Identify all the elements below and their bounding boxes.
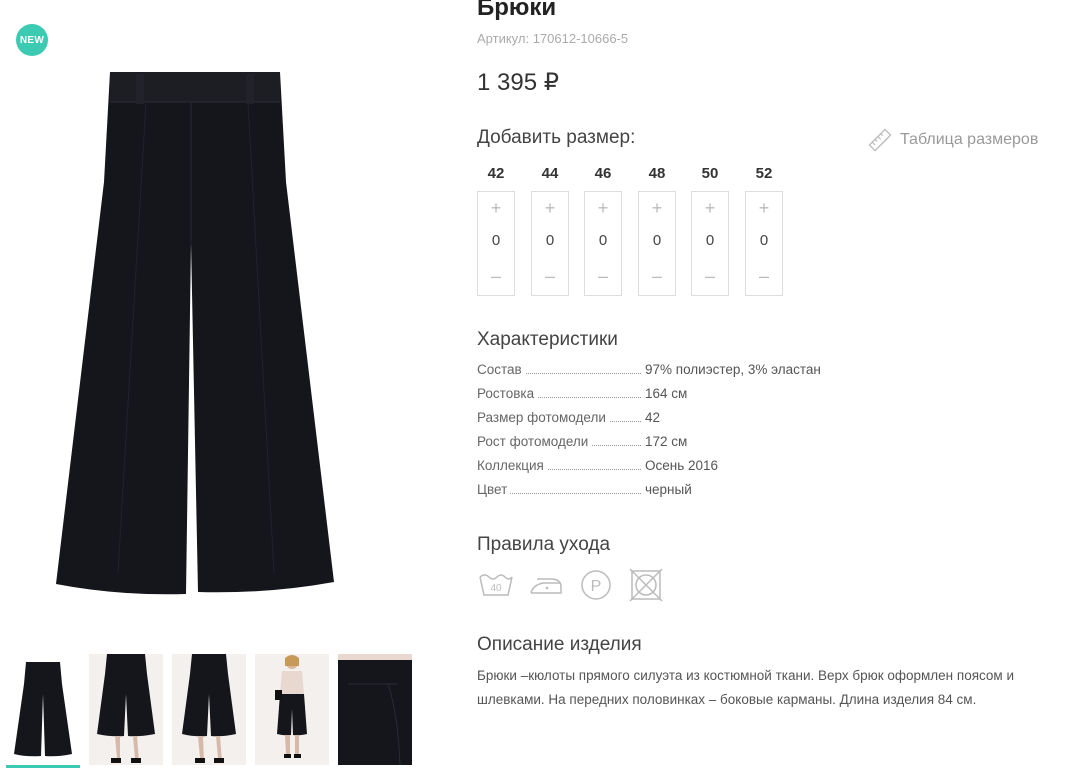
increment-button[interactable]: +: [532, 198, 568, 219]
characteristic-value: 164 см: [645, 386, 688, 401]
characteristic-key: Ростовка: [477, 386, 538, 401]
characteristic-row: Коллекция Осень 2016: [477, 458, 837, 478]
product-title: Брюки: [477, 0, 557, 21]
size-quantity-box: + 0 –: [745, 191, 783, 296]
description-text: Брюки –кюлоты прямого силуэта из костюмн…: [477, 668, 1015, 707]
increment-button[interactable]: +: [746, 198, 782, 219]
dry-clean-letter: P: [591, 578, 602, 595]
thumbnail-active-indicator: [6, 765, 80, 768]
characteristic-key: Коллекция: [477, 458, 547, 473]
quantity-value[interactable]: 0: [692, 232, 728, 249]
size-picker-48: 48 + 0 –: [638, 164, 676, 296]
size-label: 46: [594, 165, 612, 182]
thumbnail-1[interactable]: [6, 654, 80, 765]
no-tumble-dry-icon: [629, 568, 663, 602]
decrement-button[interactable]: –: [692, 266, 728, 287]
dry-clean-p-icon: P: [581, 570, 611, 600]
size-quantity-box: + 0 –: [531, 191, 569, 296]
decrement-button[interactable]: –: [532, 266, 568, 287]
size-table-link[interactable]: Таблица размеров: [868, 128, 1038, 152]
characteristic-value: 172 см: [645, 434, 688, 449]
size-quantity-box: + 0 –: [477, 191, 515, 296]
ruler-icon: [868, 128, 892, 152]
size-label: 42: [487, 165, 505, 182]
characteristic-key: Размер фотомодели: [477, 410, 609, 425]
characteristic-key: Рост фотомодели: [477, 434, 592, 449]
characteristic-value: Осень 2016: [645, 458, 719, 473]
product-price: 1 395 ₽: [477, 69, 559, 96]
description-title: Описание изделия: [477, 634, 642, 655]
size-table-label: Таблица размеров: [900, 131, 1039, 148]
thumbnail-strip: [6, 654, 416, 769]
characteristic-row: Ростовка 164 см: [477, 386, 837, 406]
product-main-image[interactable]: [48, 62, 348, 607]
thumbnail-5[interactable]: [338, 654, 412, 765]
quantity-value[interactable]: 0: [532, 232, 568, 249]
size-quantity-box: + 0 –: [638, 191, 676, 296]
increment-button[interactable]: +: [478, 198, 514, 219]
decrement-button[interactable]: –: [746, 266, 782, 287]
increment-button[interactable]: +: [585, 198, 621, 219]
size-quantity-box: + 0 –: [584, 191, 622, 296]
iron-icon: [530, 578, 562, 594]
wash-40-icon: 40: [479, 574, 513, 596]
new-badge: NEW: [16, 24, 48, 56]
characteristic-row: Рост фотомодели 172 см: [477, 434, 837, 454]
wash-temperature: 40: [490, 583, 502, 594]
size-picker-44: 44 + 0 –: [531, 164, 569, 296]
thumbnail-4[interactable]: [255, 654, 329, 765]
thumbnail-2[interactable]: [89, 654, 163, 765]
size-picker-46: 46 + 0 –: [584, 164, 622, 296]
quantity-value[interactable]: 0: [746, 232, 782, 249]
quantity-value[interactable]: 0: [585, 232, 621, 249]
characteristic-key: Состав: [477, 362, 525, 377]
characteristic-key: Цвет: [477, 482, 511, 497]
thumbnail-3[interactable]: [172, 654, 246, 765]
increment-button[interactable]: +: [692, 198, 728, 219]
characteristic-row: Размер фотомодели 42: [477, 410, 837, 430]
increment-button[interactable]: +: [639, 198, 675, 219]
size-label: 44: [541, 165, 559, 182]
care-icons: 40 P: [477, 567, 665, 603]
add-size-label: Добавить размер:: [477, 127, 636, 148]
quantity-value[interactable]: 0: [639, 232, 675, 249]
decrement-button[interactable]: –: [585, 266, 621, 287]
characteristic-value: 97% полиэстер, 3% эластан: [645, 362, 821, 377]
size-label: 48: [648, 165, 666, 182]
characteristic-value: 42: [645, 410, 661, 425]
size-label: 50: [701, 165, 719, 182]
characteristic-row: Цвет черный: [477, 482, 837, 502]
size-picker-52: 52 + 0 –: [745, 164, 783, 296]
decrement-button[interactable]: –: [639, 266, 675, 287]
care-title: Правила ухода: [477, 534, 611, 555]
characteristics-title: Характеристики: [477, 329, 618, 350]
size-picker-42: 42 + 0 –: [477, 164, 515, 296]
decrement-button[interactable]: –: [478, 266, 514, 287]
characteristic-row: Состав 97% полиэстер, 3% эластан: [477, 362, 837, 382]
quantity-value[interactable]: 0: [478, 232, 514, 249]
product-sku: Артикул: 170612-10666-5: [477, 31, 629, 46]
size-quantity-box: + 0 –: [691, 191, 729, 296]
size-picker-50: 50 + 0 –: [691, 164, 729, 296]
characteristic-value: черный: [645, 482, 692, 497]
size-label: 52: [755, 165, 773, 182]
